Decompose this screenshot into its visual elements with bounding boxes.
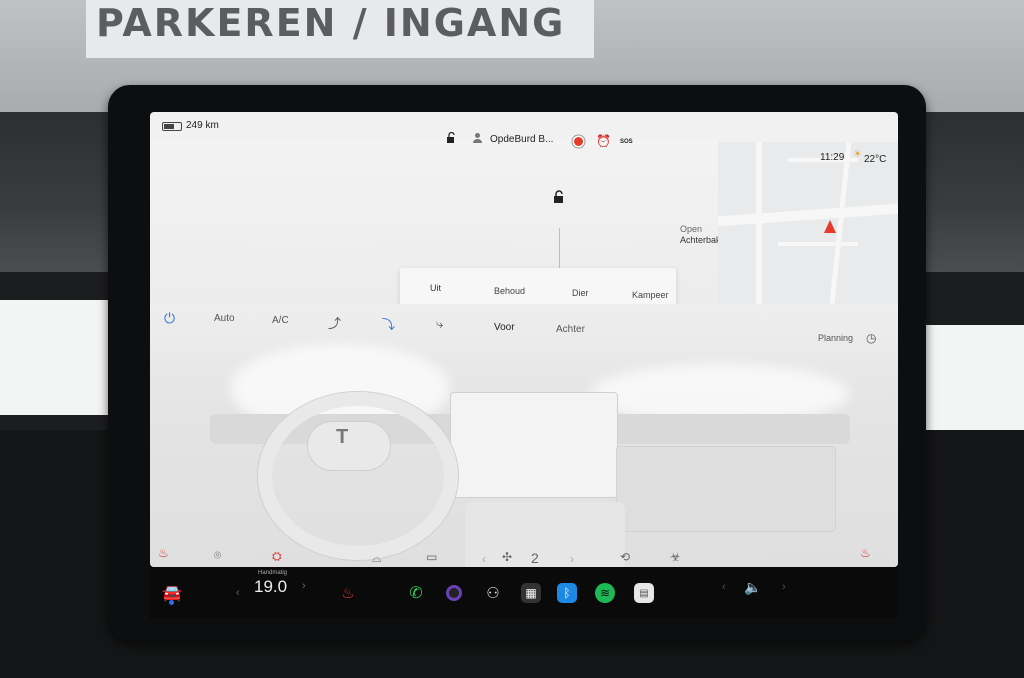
centre-screen-graphic <box>450 392 618 498</box>
mode-option-keep[interactable]: Behoud <box>494 286 525 296</box>
steering-heat-icon[interactable]: ⛭ <box>272 549 282 564</box>
temp-decrease-icon[interactable]: ‹ <box>236 587 240 599</box>
outside-temperature: 22°C <box>864 154 887 165</box>
mode-option-off[interactable]: Uit <box>430 283 441 293</box>
trunk-open-label: Open <box>680 224 703 234</box>
range-text: 249 km <box>186 120 219 131</box>
seat-heater-icon[interactable]: ♨ <box>336 567 360 619</box>
window-left <box>0 300 120 415</box>
car-icon[interactable]: 🚘 <box>160 567 184 619</box>
schedule-clock-icon[interactable]: ◷ <box>866 331 876 345</box>
centre-console-graphic <box>465 502 625 567</box>
lock-icon[interactable] <box>446 131 456 146</box>
car-visualization[interactable]: Open Achterbak Uit Behoud Dier Kampeer <box>150 140 721 335</box>
clock-time: 11:29 <box>820 152 845 163</box>
steering-wheel-graphic <box>258 392 458 560</box>
front-defrost-icon[interactable]: ⌓ <box>372 551 382 566</box>
airflow-face-feet-icon[interactable]: ⤷ <box>436 316 443 332</box>
spotify-icon[interactable]: ≋ <box>593 567 617 619</box>
fan-speed: 2 <box>531 550 539 566</box>
mode-option-camp[interactable]: Kampeer <box>632 290 669 300</box>
rear-button[interactable]: Achter <box>556 324 585 335</box>
glovebox-graphic <box>616 446 836 532</box>
recirculation-icon[interactable]: ⟲ <box>620 550 630 564</box>
volume-increase-icon[interactable]: › <box>782 581 786 593</box>
calendar-icon[interactable]: ▤ <box>632 567 656 619</box>
rear-defrost-icon[interactable]: ▭ <box>426 550 437 564</box>
camera-icon[interactable] <box>442 567 466 619</box>
window-right <box>915 325 1024 430</box>
volume-icon[interactable]: 🔈 <box>744 579 761 596</box>
mode-option-dog[interactable]: Dier <box>572 288 589 298</box>
active-indicator <box>169 600 174 605</box>
navigation-arrow-icon <box>824 220 836 233</box>
climate-power-icon[interactable]: ⏻ <box>164 310 175 327</box>
auto-button[interactable]: Auto <box>214 313 235 324</box>
ac-button[interactable]: A/C <box>272 315 289 326</box>
bottom-dock: 🚘 ‹ Handmatig 19.0 › ♨ ✆ ⚇ ▦ ᛒ ≋ ▤ ‹ 🔈 › <box>150 567 898 619</box>
lock-leader-line <box>559 228 560 272</box>
toybox-icon[interactable]: ⚇ <box>481 567 505 619</box>
airflow-face-icon[interactable]: ⤴ <box>328 313 341 332</box>
volume-decrease-icon[interactable]: ‹ <box>722 581 726 593</box>
cabin-temperature[interactable]: 19.0 <box>254 577 287 597</box>
temp-mode-label: Handmatig <box>258 570 288 576</box>
climate-panel: T ⏻ Auto A/C ⤴ ⤵ ⤷ Voor Achter Planning … <box>150 304 898 567</box>
fan-increase-icon[interactable]: › <box>570 552 574 566</box>
sun-icon: ☀ <box>853 149 862 160</box>
bioweapon-mode-icon[interactable]: ☣ <box>670 550 681 564</box>
front-button[interactable]: Voor <box>494 322 515 333</box>
driver-seat-heat-icon[interactable]: ♨ <box>158 546 169 560</box>
car-lock-icon[interactable] <box>552 190 566 209</box>
parking-sign: PARKEREN / INGANG <box>86 0 594 58</box>
trunk-control[interactable]: Open Achterbak <box>680 224 721 246</box>
alarm-clock-icon[interactable]: ⏰ <box>596 134 611 148</box>
tesla-logo-icon: T <box>336 426 349 448</box>
dashcam-record-icon[interactable] <box>574 137 583 146</box>
temp-increase-icon[interactable]: › <box>302 580 306 592</box>
phone-icon[interactable]: ✆ <box>404 567 428 619</box>
airflow-feet-icon[interactable]: ⤵ <box>382 314 395 333</box>
touchscreen: Open Achterbak Uit Behoud Dier Kampeer 2… <box>150 112 898 567</box>
arcade-icon[interactable]: ▦ <box>519 567 543 619</box>
trunk-label: Achterbak <box>680 235 721 245</box>
sos-icon[interactable]: SOS <box>620 139 633 145</box>
passenger-seat-heat-icon[interactable]: ♨ <box>860 546 871 560</box>
navigation-map[interactable] <box>717 142 898 304</box>
bluetooth-icon[interactable]: ᛒ <box>555 567 579 619</box>
fan-icon: ✣ <box>502 550 513 564</box>
planning-button[interactable]: Planning <box>818 333 853 343</box>
battery-icon <box>162 122 182 131</box>
fan-decrease-icon[interactable]: ‹ <box>482 552 486 566</box>
steering-hub-graphic <box>308 422 390 470</box>
profile-icon[interactable] <box>472 132 483 146</box>
wheel-heat-icon[interactable]: ⌾ <box>214 548 221 563</box>
profile-name[interactable]: OpdeBurd B... <box>490 134 553 145</box>
